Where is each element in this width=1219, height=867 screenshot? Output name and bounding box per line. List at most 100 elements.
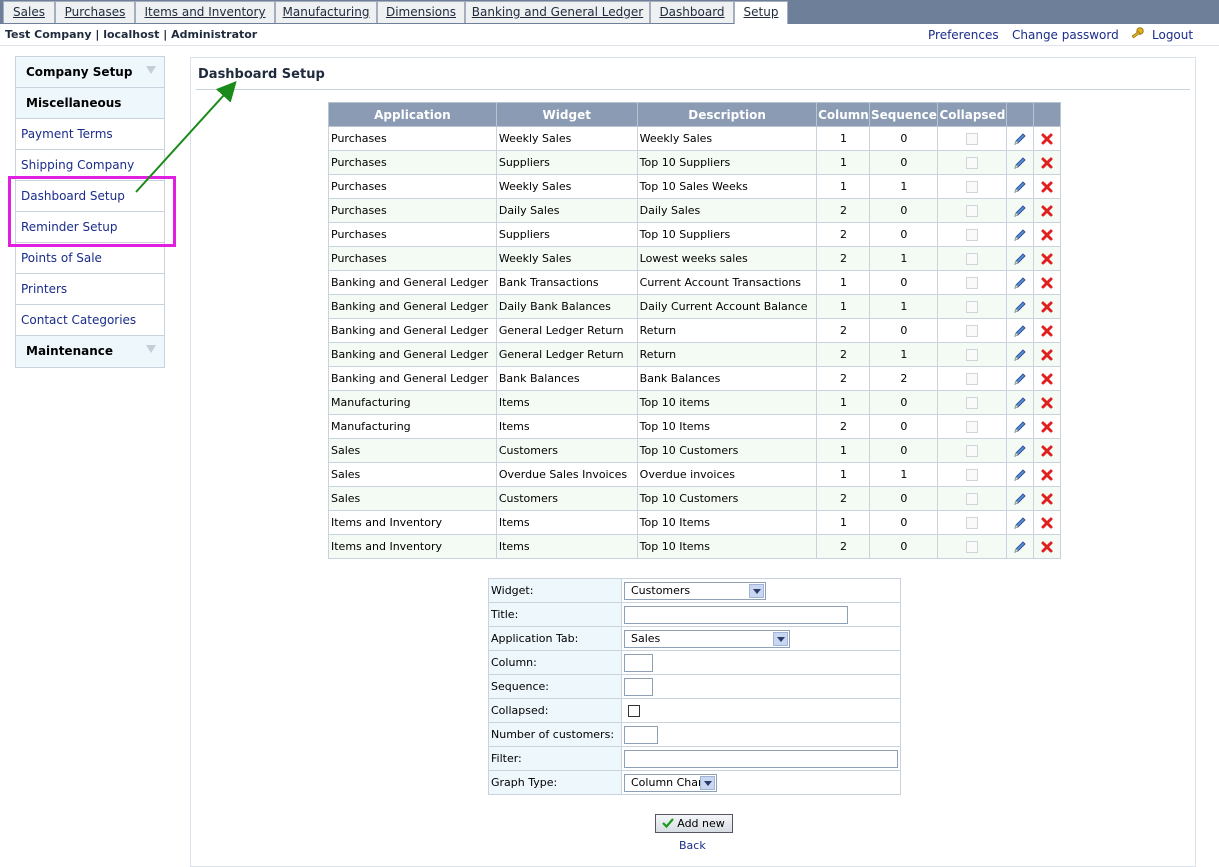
edit-pencil-icon[interactable] <box>1013 372 1027 386</box>
tab-setup[interactable]: Setup <box>734 1 788 24</box>
logout-link[interactable]: Logout <box>1152 28 1193 42</box>
tab-manufacturing[interactable]: Manufacturing <box>275 1 377 23</box>
sidebar-section-maintenance[interactable]: Maintenance <box>16 336 164 367</box>
sidebar-item-payment-terms[interactable]: Payment Terms <box>16 119 164 150</box>
tab-purchases[interactable]: Purchases <box>55 1 135 23</box>
delete-x-icon[interactable] <box>1040 444 1054 458</box>
sidebar-item-points-of-sale[interactable]: Points of Sale <box>16 243 164 274</box>
edit-pencil-icon[interactable] <box>1013 228 1027 242</box>
delete-x-icon[interactable] <box>1040 156 1054 170</box>
tab-banking-and-general-ledger[interactable]: Banking and General Ledger <box>465 1 650 23</box>
cell-collapsed <box>937 462 1008 487</box>
collapsed-checkbox[interactable] <box>966 541 979 553</box>
collapsed-checkbox[interactable] <box>966 373 979 385</box>
cell-column: 2 <box>816 534 871 559</box>
collapsed-checkbox[interactable] <box>966 229 979 241</box>
cell-description: Daily Sales <box>636 198 818 223</box>
edit-pencil-icon[interactable] <box>1013 156 1027 170</box>
collapsed-checkbox[interactable] <box>628 705 640 717</box>
edit-pencil-icon[interactable] <box>1013 396 1027 410</box>
edit-pencil-icon[interactable] <box>1013 324 1027 338</box>
cell-application: Purchases <box>328 246 497 271</box>
edit-pencil-icon[interactable] <box>1013 540 1027 554</box>
tab-items-and-inventory[interactable]: Items and Inventory <box>135 1 275 23</box>
delete-x-icon[interactable] <box>1040 276 1054 290</box>
collapsed-checkbox[interactable] <box>966 445 979 457</box>
cell-widget: Bank Transactions <box>495 270 638 295</box>
delete-x-icon[interactable] <box>1040 492 1054 506</box>
edit-pencil-icon[interactable] <box>1013 420 1027 434</box>
delete-x-icon[interactable] <box>1040 180 1054 194</box>
collapsed-checkbox[interactable] <box>966 517 979 529</box>
collapsed-checkbox[interactable] <box>966 493 979 505</box>
delete-x-icon[interactable] <box>1040 516 1054 530</box>
application-tab-select[interactable]: Sales <box>624 629 790 648</box>
sidebar-section-miscellaneous[interactable]: Miscellaneous <box>16 88 164 119</box>
delete-x-icon[interactable] <box>1040 468 1054 482</box>
collapsed-checkbox[interactable] <box>966 133 979 145</box>
cell-application: Banking and General Ledger <box>328 342 497 367</box>
collapsed-checkbox[interactable] <box>966 205 979 217</box>
delete-x-icon[interactable] <box>1040 228 1054 242</box>
graph-type-select[interactable]: Column Chart <box>624 773 717 792</box>
table-row: Sales Customers Top 10 Customers 2 0 <box>328 486 1061 511</box>
preferences-link[interactable]: Preferences <box>928 28 999 42</box>
delete-x-icon[interactable] <box>1040 204 1054 218</box>
cell-delete <box>1033 390 1061 415</box>
collapsed-checkbox[interactable] <box>966 325 979 337</box>
sidebar-item-contact-categories[interactable]: Contact Categories <box>16 305 164 336</box>
cell-delete <box>1033 174 1061 199</box>
delete-x-icon[interactable] <box>1040 324 1054 338</box>
edit-pencil-icon[interactable] <box>1013 132 1027 146</box>
number-of-customers-input[interactable] <box>624 725 658 744</box>
sidebar-section-company-setup[interactable]: Company Setup <box>16 57 164 88</box>
collapsed-checkbox[interactable] <box>966 157 979 169</box>
collapsed-checkbox[interactable] <box>966 181 979 193</box>
title-input[interactable] <box>624 605 848 624</box>
tab-dimensions[interactable]: Dimensions <box>377 1 465 23</box>
tab-dashboard[interactable]: Dashboard <box>650 1 734 23</box>
edit-pencil-icon[interactable] <box>1013 204 1027 218</box>
edit-pencil-icon[interactable] <box>1013 180 1027 194</box>
delete-x-icon[interactable] <box>1040 372 1054 386</box>
cell-widget: Items <box>495 414 638 439</box>
delete-x-icon[interactable] <box>1040 420 1054 434</box>
cell-column: 2 <box>816 198 871 223</box>
collapsed-checkbox[interactable] <box>966 421 979 433</box>
collapsed-checkbox[interactable] <box>966 469 979 481</box>
cell-application: Purchases <box>328 126 497 151</box>
collapsed-checkbox[interactable] <box>966 397 979 409</box>
edit-pencil-icon[interactable] <box>1013 348 1027 362</box>
edit-pencil-icon[interactable] <box>1013 516 1027 530</box>
back-link[interactable]: Back <box>679 839 706 852</box>
cell-edit <box>1006 222 1035 247</box>
delete-x-icon[interactable] <box>1040 252 1054 266</box>
column-header: Sequence <box>869 102 939 127</box>
collapsed-checkbox[interactable] <box>966 277 979 289</box>
sidebar-item-printers[interactable]: Printers <box>16 274 164 305</box>
delete-x-icon[interactable] <box>1040 132 1054 146</box>
collapsed-checkbox[interactable] <box>966 301 979 313</box>
edit-pencil-icon[interactable] <box>1013 444 1027 458</box>
delete-x-icon[interactable] <box>1040 348 1054 362</box>
edit-pencil-icon[interactable] <box>1013 252 1027 266</box>
edit-pencil-icon[interactable] <box>1013 276 1027 290</box>
cell-edit <box>1006 462 1035 487</box>
widget-select[interactable]: Customers <box>624 581 766 600</box>
cell-sequence: 1 <box>869 462 939 487</box>
delete-x-icon[interactable] <box>1040 300 1054 314</box>
filter-input[interactable] <box>624 749 898 768</box>
collapsed-checkbox[interactable] <box>966 349 979 361</box>
cell-widget: General Ledger Return <box>495 318 638 343</box>
edit-pencil-icon[interactable] <box>1013 300 1027 314</box>
tab-sales[interactable]: Sales <box>3 1 55 23</box>
change-password-link[interactable]: Change password <box>1012 28 1119 42</box>
column-input[interactable] <box>624 653 653 672</box>
edit-pencil-icon[interactable] <box>1013 492 1027 506</box>
edit-pencil-icon[interactable] <box>1013 468 1027 482</box>
delete-x-icon[interactable] <box>1040 540 1054 554</box>
delete-x-icon[interactable] <box>1040 396 1054 410</box>
sequence-input[interactable] <box>624 677 653 696</box>
collapsed-checkbox[interactable] <box>966 253 979 265</box>
add-new-button[interactable]: Add new <box>655 814 733 833</box>
